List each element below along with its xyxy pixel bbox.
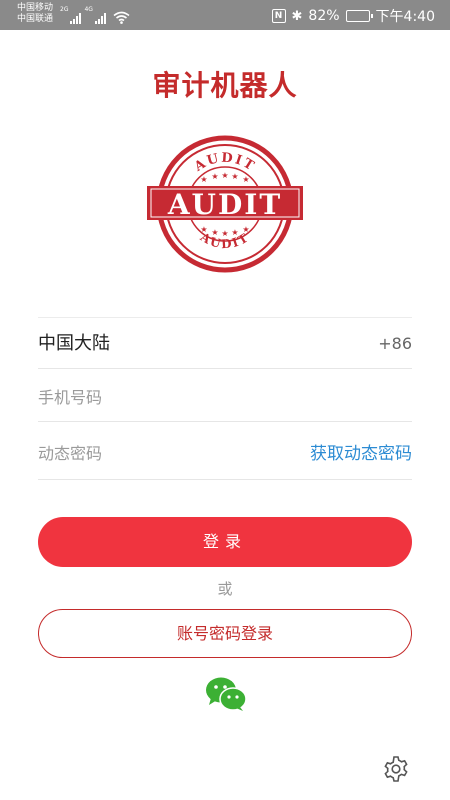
- status-bar: 中国移动 中国联通 2G 4G N ✱ 82% 下午4:40: [0, 0, 450, 30]
- code-row: 获取动态密码: [38, 428, 412, 480]
- signal-icon: [94, 12, 106, 24]
- login-button[interactable]: 登录: [38, 517, 412, 567]
- status-right: N ✱ 82% 下午4:40: [271, 6, 435, 26]
- password-login-button[interactable]: 账号密码登录: [38, 609, 412, 658]
- audit-stamp-logo: AUDIT AUDIT ★ ★ ★ ★ ★ ★ ★ ★ ★ ★ AUDIT: [147, 135, 303, 273]
- or-divider: 或: [217, 580, 233, 598]
- svg-text:★: ★: [200, 225, 207, 234]
- battery-percent: 82%: [308, 8, 340, 24]
- app-title: 审计机器人: [152, 69, 298, 102]
- svg-text:★: ★: [200, 175, 207, 184]
- battery-icon: [345, 10, 373, 22]
- country-code: +86: [378, 334, 412, 353]
- signal-icon: [70, 12, 82, 24]
- carrier-names: 中国移动 中国联通: [17, 3, 53, 25]
- svg-text:★: ★: [211, 172, 218, 181]
- network-type-1: 2G: [60, 6, 69, 13]
- wifi-icon: [113, 11, 130, 24]
- network-type-2: 4G: [84, 6, 93, 13]
- clock: 下午4:40: [375, 9, 435, 25]
- wechat-icon[interactable]: [205, 676, 247, 712]
- stamp-main-text: AUDIT: [167, 188, 282, 221]
- carrier-1: 中国移动: [17, 3, 54, 13]
- svg-text:★: ★: [231, 172, 238, 181]
- svg-text:★: ★: [211, 228, 218, 237]
- get-code-button[interactable]: 获取动态密码: [310, 428, 412, 480]
- region-row[interactable]: 中国大陆 +86: [38, 317, 412, 369]
- bluetooth-icon: ✱: [291, 8, 303, 24]
- nfc-icon: N: [271, 9, 286, 23]
- region-label: 中国大陆: [38, 333, 110, 354]
- dynamic-code-input[interactable]: [38, 428, 288, 478]
- signal-indicators: 2G 4G: [60, 6, 130, 24]
- svg-text:★: ★: [221, 171, 228, 180]
- svg-text:★: ★: [221, 229, 228, 238]
- svg-text:★: ★: [242, 175, 249, 184]
- gear-icon[interactable]: [382, 755, 410, 783]
- svg-text:★: ★: [231, 228, 238, 237]
- svg-text:★: ★: [242, 225, 249, 234]
- carrier-2: 中国联通: [17, 14, 54, 24]
- phone-row: [38, 372, 412, 422]
- phone-number-input[interactable]: [38, 372, 288, 422]
